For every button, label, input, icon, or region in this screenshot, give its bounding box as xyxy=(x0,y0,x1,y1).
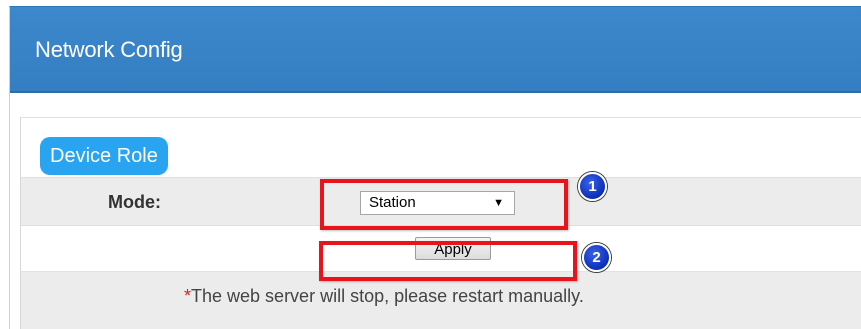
highlight-box-mode-select xyxy=(320,179,568,230)
required-asterisk: * xyxy=(184,286,192,306)
device-role-badge: Device Role xyxy=(40,137,168,175)
page: Network Config Device Role Mode: Station… xyxy=(0,0,861,329)
mode-label: Mode: xyxy=(108,192,161,212)
restart-note-text: The web server will stop, please restart… xyxy=(191,286,584,306)
highlight-box-apply-button xyxy=(319,241,577,281)
restart-note: *The web server will stop, please restar… xyxy=(184,286,584,307)
panel-title: Network Config xyxy=(35,37,183,62)
panel-header: Network Config xyxy=(10,7,861,93)
callout-2-icon: 2 xyxy=(582,243,611,272)
callout-1-icon: 1 xyxy=(578,172,607,201)
device-role-row: Device Role xyxy=(21,118,861,178)
